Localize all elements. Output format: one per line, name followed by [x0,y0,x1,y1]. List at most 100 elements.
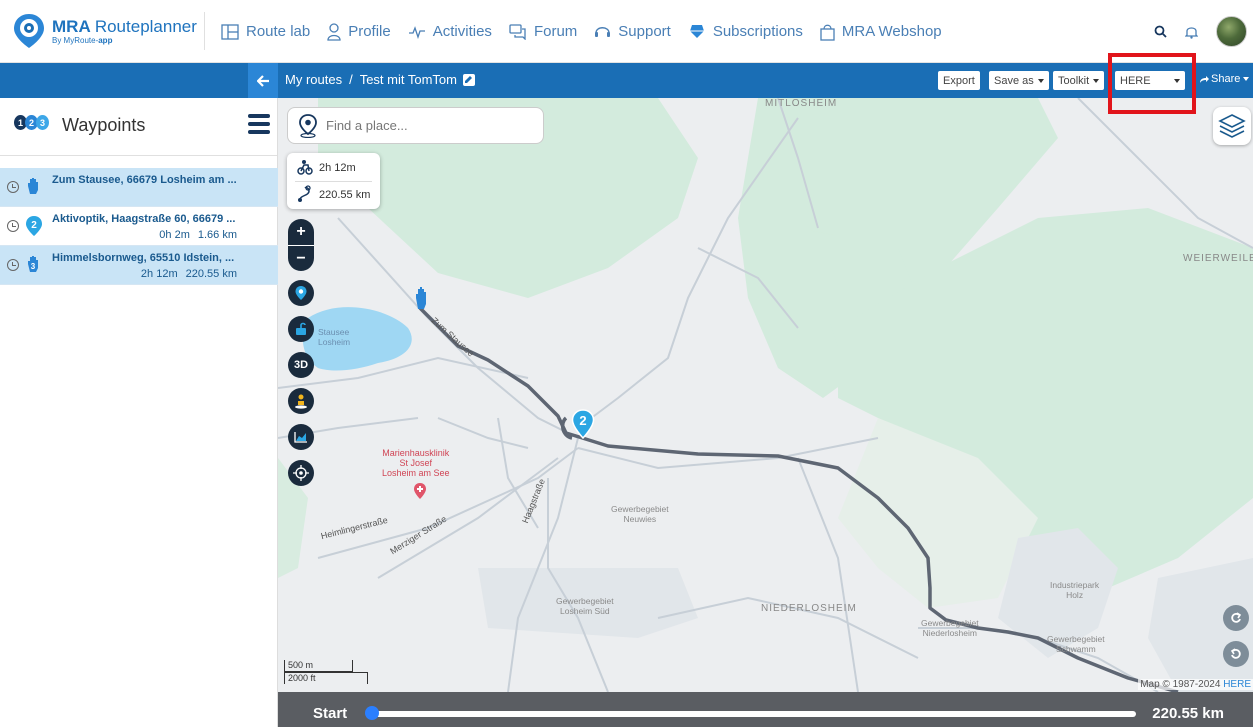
label-gewerbegebiet-schwamm: Gewerbegebiet Schwamm [1047,634,1105,654]
nav-forum-label: Forum [533,23,578,40]
progress-track[interactable] [370,711,1136,717]
edit-route-name-icon[interactable] [462,73,475,86]
waypoint-time: 0h 2m [159,229,190,241]
clock-icon[interactable] [7,259,19,271]
map-canvas[interactable]: MITLOSHEIM WEIERWEILE NIEDERLOSHEIM Stau… [278,98,1253,692]
pegman-icon [295,394,307,409]
redo-icon [1231,612,1242,623]
progress-slider-handle[interactable] [365,706,379,720]
clock-icon[interactable] [7,220,19,232]
label-gewerbegebiet-niederlosheim: Gewerbegebiet Niederlosheim [921,618,979,638]
route-lab-icon [221,23,239,40]
elevation-button[interactable] [288,424,314,450]
waypoint-row[interactable]: 2 Aktivoptik, Haagstraße 60, 66679 ... 0… [0,207,278,246]
scale-imperial: 2000 ft [284,672,368,684]
3d-button[interactable]: 3D [288,352,314,378]
app-logo[interactable]: MRA Routeplanner By MyRoute-app [10,12,197,50]
activities-icon [408,25,425,39]
label-industriepark-holz: Industriepark Holz [1050,580,1100,600]
locate-me-button[interactable] [288,460,314,486]
nav-activities[interactable]: Activities [408,23,492,40]
waypoints-title: Waypoints [62,115,146,135]
total-distance: 220.55 km [1152,705,1224,722]
share-icon [1200,75,1209,83]
place-search [287,107,544,144]
lock-button[interactable] [288,316,314,342]
export-button[interactable]: Export [938,71,980,90]
summary-divider [295,181,372,182]
redo-button[interactable] [1223,605,1249,631]
toolkit-label: Toolkit [1058,74,1090,87]
zoom-controls: + − [288,219,314,271]
nav-route-lab[interactable]: Route lab [221,23,310,40]
breadcrumb-my-routes[interactable]: My routes [285,72,342,87]
webshop-icon [820,24,835,41]
crosshair-icon [293,465,309,481]
arrow-left-icon [256,74,269,87]
top-navigation: MRA Routeplanner By MyRoute-app Route la… [0,0,1253,63]
route-distance-icon [298,185,311,202]
add-waypoint-button[interactable] [288,280,314,306]
nav-subscriptions-label: Subscriptions [712,23,803,40]
summary-time: 2h 12m [319,162,356,174]
waypoints-header: 1 2 3 Waypoints [0,98,277,156]
waypoint-distance: 1.66 km [197,229,237,241]
nav-support[interactable]: Support [594,23,671,40]
unlock-icon [296,322,306,335]
start-hand-marker-icon[interactable] [413,285,431,311]
hand-stop-icon [28,178,38,194]
hospital-pin-icon [414,483,426,499]
nav-divider [204,12,205,50]
breadcrumb-separator: / [349,72,353,87]
support-icon [595,27,611,37]
share-label: Share [1211,73,1241,85]
back-button[interactable] [248,63,278,98]
logo-title-rest: Routeplanner [94,16,197,36]
bell-icon[interactable] [1185,25,1198,39]
waypoint-marker-icon[interactable]: 2 [571,409,595,439]
undo-button[interactable] [1223,641,1249,667]
hamburger-menu-icon[interactable] [248,114,270,138]
save-as-dropdown[interactable]: Save as [989,71,1049,90]
zoom-out-button[interactable]: − [288,245,314,271]
label-hospital: Marienhausklinik St Josef Losheim am See [382,448,450,478]
waypoints-sidebar: 1 2 3 Waypoints Zum Stausee, 66679 Loshe… [0,98,278,727]
summary-distance: 220.55 km [319,189,371,201]
highlight-box [1108,53,1196,114]
street-view-button[interactable] [288,388,314,414]
avatar[interactable] [1216,16,1247,47]
nav-webshop[interactable]: MRA Webshop [820,23,942,41]
label-mitlosheim: MITLOSHEIM [765,98,838,109]
waypoint-row[interactable]: Zum Stausee, 66679 Losheim am ... [0,168,278,207]
profile-icon [327,22,341,41]
label-weierweiler: WEIERWEILE [1183,253,1253,264]
motorcycle-time-icon [297,160,313,175]
nav-profile-label: Profile [348,23,391,40]
nav-forum[interactable]: Forum [509,23,577,40]
copyright-brand[interactable]: HERE [1223,679,1251,690]
clock-icon[interactable] [7,181,19,193]
toolkit-dropdown[interactable]: Toolkit [1053,71,1105,90]
start-label: Start [313,705,348,722]
waypoint-list: Zum Stausee, 66679 Losheim am ... 2 Akti… [0,168,278,285]
nav-activities-label: Activities [432,23,492,40]
waypoint-name: Himmelsbornweg, 65510 Idstein, ... [52,252,235,264]
share-button[interactable]: Share [1199,73,1250,85]
search-input[interactable] [326,118,526,133]
breadcrumb: My routes / Test mit TomTom [285,72,475,87]
undo-icon [1230,648,1241,659]
nav-profile[interactable]: Profile [327,22,391,41]
nav-subscriptions[interactable]: Subscriptions [688,23,803,40]
layers-button[interactable] [1213,107,1251,145]
waypoint-row[interactable]: 3 Himmelsbornweg, 65510 Idstein, ... 2h … [0,246,278,285]
route-progress-bar: Start 220.55 km [278,692,1253,727]
label-stausee: Stausee Losheim [318,327,351,347]
main-nav: Route lab Profile Activities Forum Suppo… [221,0,959,63]
nav-right [1154,16,1247,47]
search-icon[interactable] [1154,25,1167,38]
zoom-in-button[interactable]: + [288,219,314,245]
map-copyright: Map © 1987-2024 HERE [1138,679,1253,690]
logo-pin-icon [14,14,44,48]
route-toolbar: My routes / Test mit TomTom Export Save … [0,63,1253,98]
scale-metric: 500 m [284,660,353,672]
